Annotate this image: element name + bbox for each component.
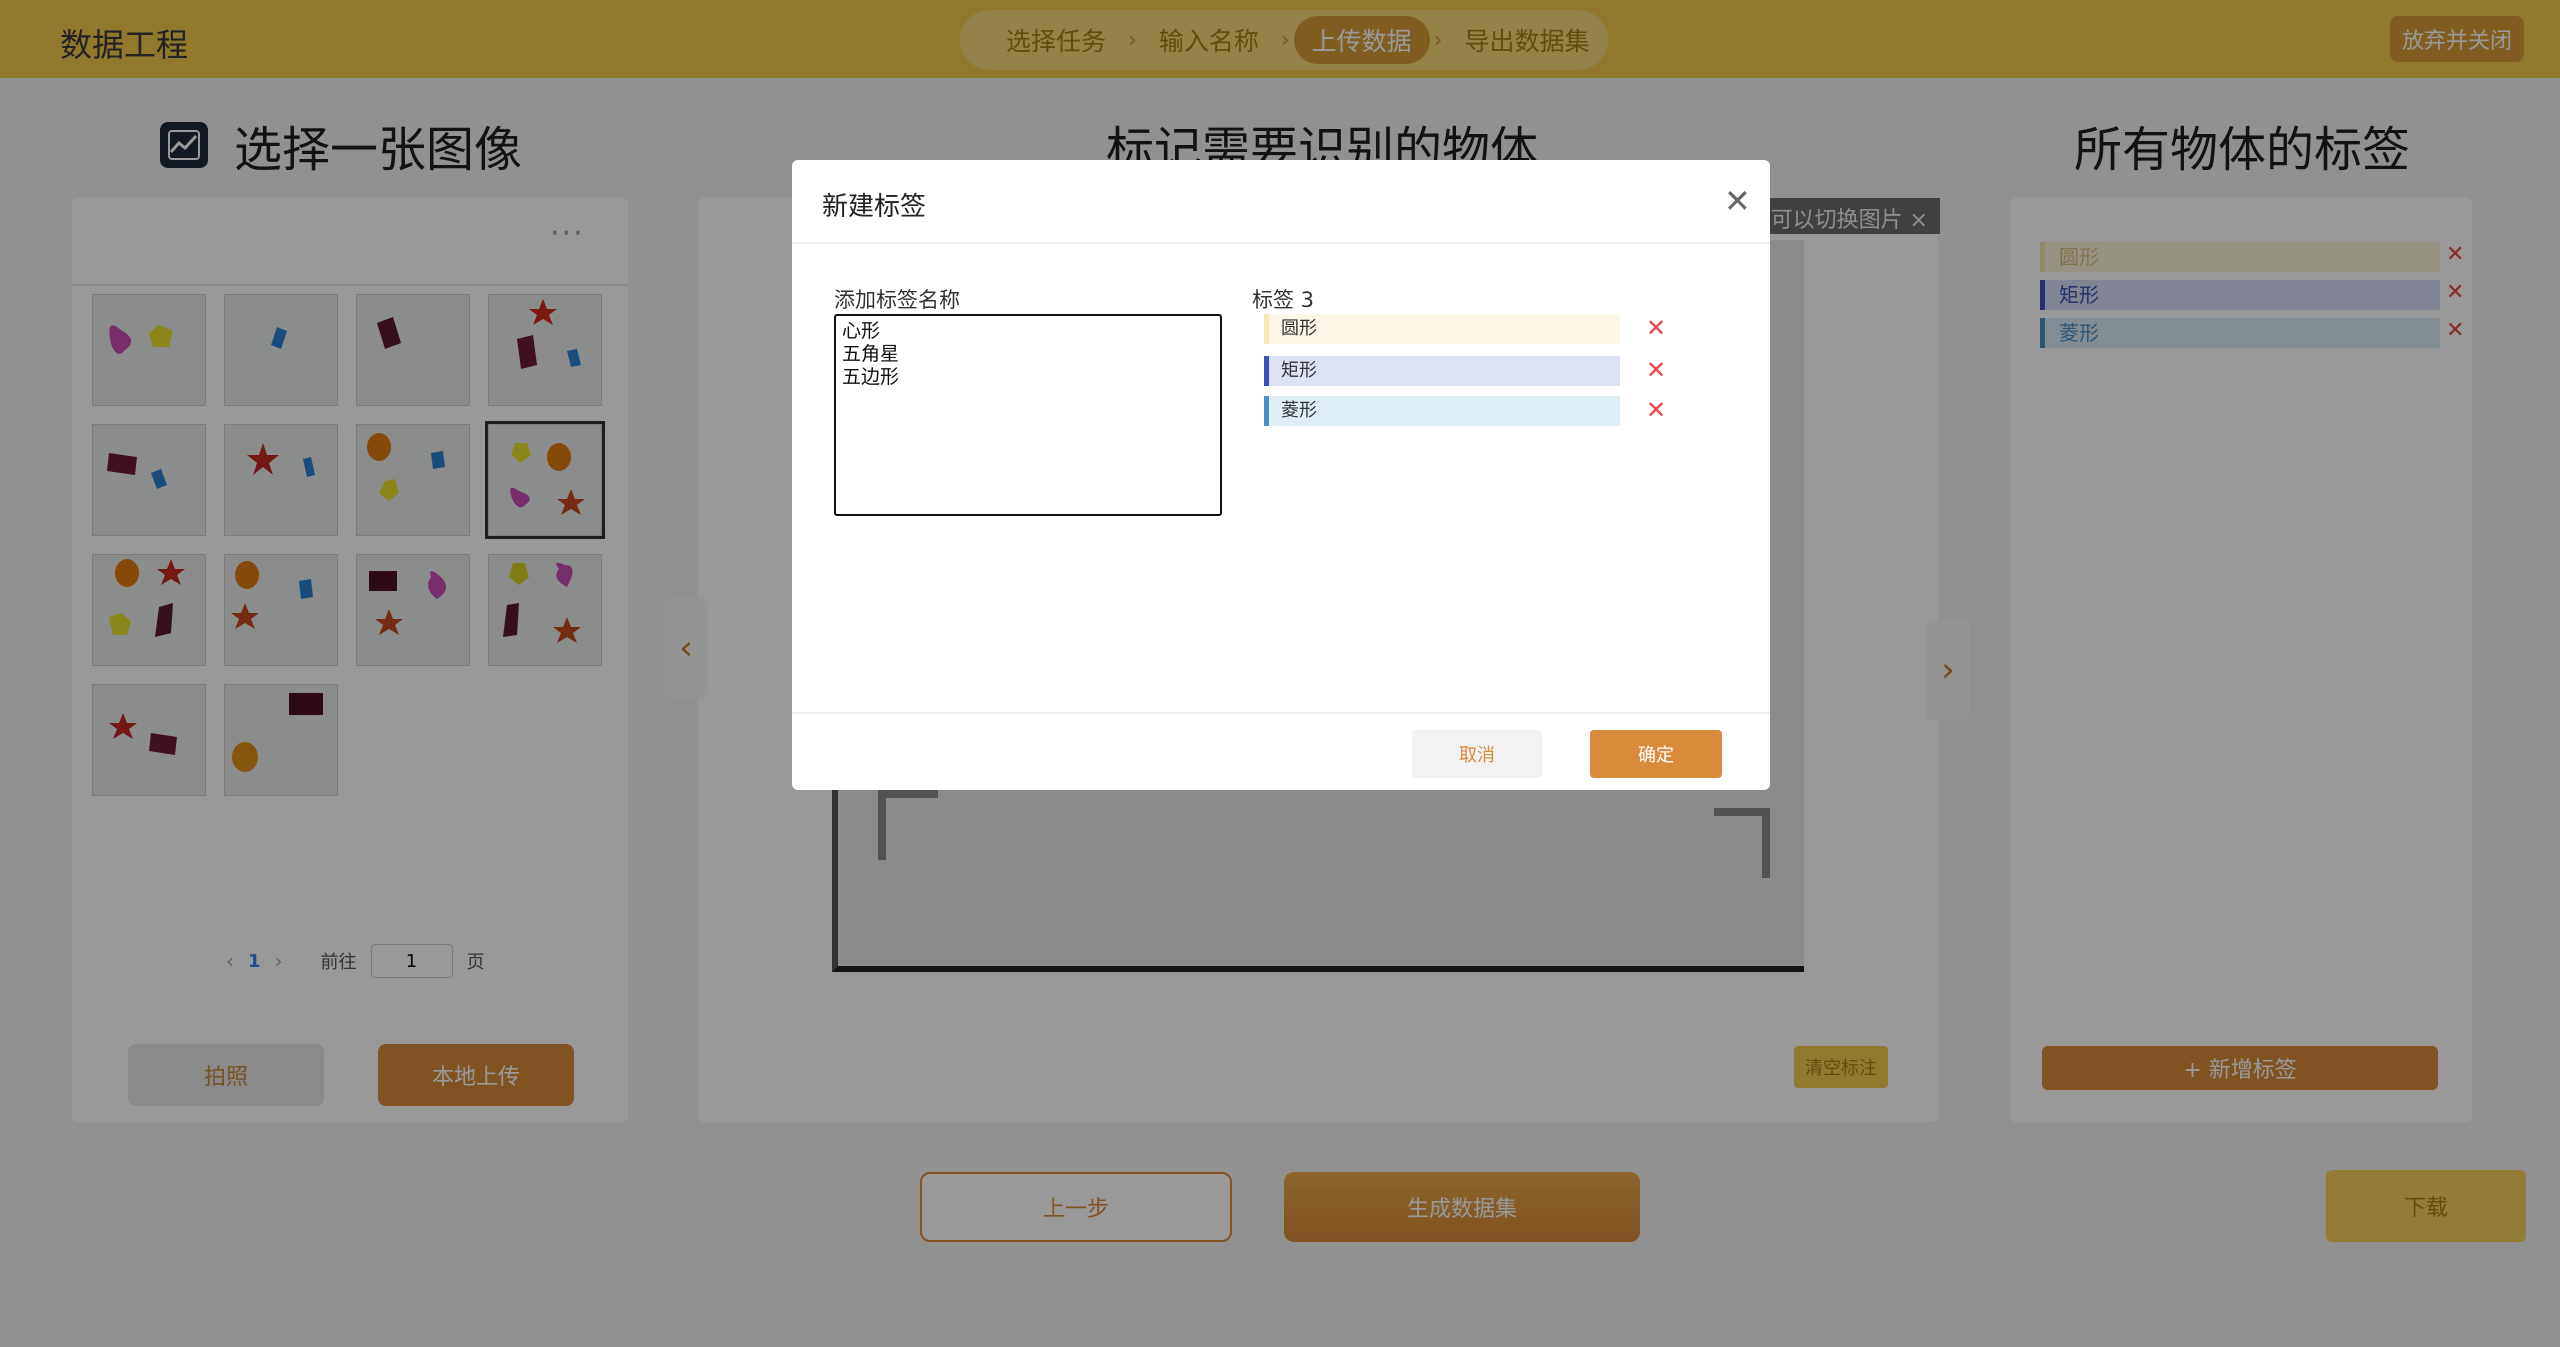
label-name-field-label: 添加标签名称 [834, 288, 960, 312]
label-item[interactable]: 矩形 [1264, 356, 1620, 386]
confirm-button[interactable]: 确定 [1590, 730, 1722, 778]
dialog-header: 新建标签 ✕ [792, 160, 1770, 244]
cancel-button[interactable]: 取消 [1412, 730, 1542, 778]
new-label-dialog: 新建标签 ✕ 添加标签名称 心形 五角星 五边形 标签 3 圆形 ✕ 矩形 ✕ … [792, 160, 1770, 790]
dialog-title: 新建标签 [822, 192, 927, 222]
delete-label-icon[interactable]: ✕ [1646, 396, 1666, 424]
label-item[interactable]: 圆形 [1264, 314, 1620, 344]
label-name: 菱形 [1281, 400, 1317, 421]
label-name: 矩形 [1281, 360, 1317, 381]
delete-label-icon[interactable]: ✕ [1646, 314, 1666, 342]
delete-label-icon[interactable]: ✕ [1646, 356, 1666, 384]
label-name-input[interactable]: 心形 五角星 五边形 [834, 314, 1222, 516]
close-icon[interactable]: ✕ [1724, 182, 1751, 220]
label-item[interactable]: 菱形 [1264, 396, 1620, 426]
label-count: 标签 3 [1252, 288, 1315, 312]
dialog-footer-divider [792, 712, 1770, 714]
label-name: 圆形 [1281, 318, 1317, 339]
